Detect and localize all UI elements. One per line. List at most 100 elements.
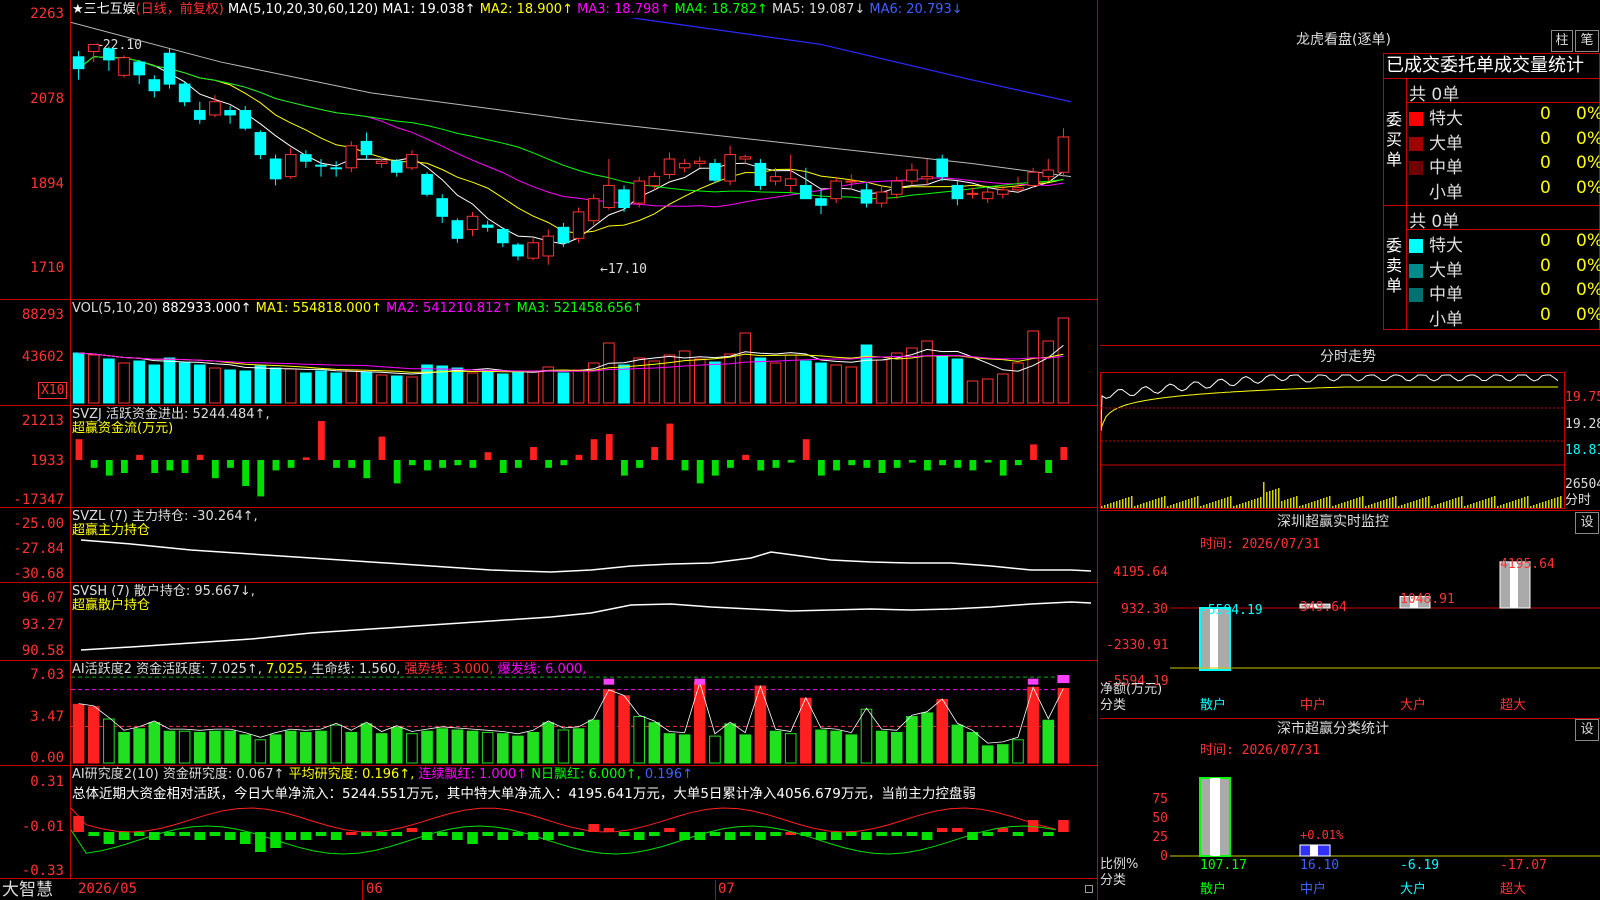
flow-bar xyxy=(317,421,325,460)
research-bar xyxy=(361,832,372,836)
activity-bar xyxy=(1057,687,1070,764)
candle-body xyxy=(997,189,1009,195)
flow-bar xyxy=(408,460,416,466)
intraday-vol-bar xyxy=(1323,498,1325,508)
y-tick: 0.00 xyxy=(30,750,64,766)
main-position-line[interactable] xyxy=(71,530,1097,580)
flow-bar xyxy=(772,460,780,468)
intraday-vol-bar xyxy=(1551,499,1553,508)
intraday-chart[interactable] xyxy=(1101,373,1564,508)
intraday-vol-bar xyxy=(1392,497,1394,508)
intraday-vol-bar xyxy=(1338,504,1340,508)
intraday-vol-bar xyxy=(1200,506,1202,508)
intraday-vol-bar xyxy=(1224,498,1226,508)
volume-bar xyxy=(1042,340,1055,404)
activity-bar xyxy=(512,735,524,764)
candle-body xyxy=(981,191,994,200)
monitor-bar-chart[interactable] xyxy=(1170,560,1600,698)
research-bar xyxy=(861,832,872,840)
classify-time: 时间: 2026/07/31 xyxy=(1200,743,1320,758)
flow-bar xyxy=(954,460,962,468)
activity-bar xyxy=(103,718,115,764)
activity-bar xyxy=(284,730,297,764)
bar-mode-button[interactable]: 柱 xyxy=(1551,30,1573,52)
intraday-vol-bar xyxy=(1374,503,1376,508)
research-bar xyxy=(391,832,403,836)
intraday-vol-bar xyxy=(1176,503,1178,508)
activity-bar xyxy=(618,695,630,764)
monitor-settings-button[interactable]: 设 xyxy=(1575,512,1599,534)
lock-icon[interactable] xyxy=(1085,885,1093,893)
intraday-vol-bar xyxy=(1311,502,1313,508)
avg-line xyxy=(1101,386,1558,432)
tick-mode-button[interactable]: 笔 xyxy=(1575,30,1599,52)
intraday-vol-bar xyxy=(1170,505,1172,508)
classify-bar-chart[interactable] xyxy=(1170,775,1600,857)
candlestick-chart[interactable] xyxy=(71,18,1097,298)
research-bar xyxy=(300,832,312,840)
y-tick: 50 xyxy=(1152,811,1168,826)
volume-bar xyxy=(390,375,403,404)
intraday-vol-bar xyxy=(1188,499,1190,508)
candle-body xyxy=(906,169,918,182)
volume-bar xyxy=(360,371,373,404)
volume-bar xyxy=(133,360,145,404)
flow-bar xyxy=(575,454,583,460)
research-bar xyxy=(436,832,448,836)
candle-body xyxy=(1027,171,1039,186)
candle-body xyxy=(663,158,676,175)
intraday-vol-bar xyxy=(1104,505,1106,508)
intraday-vol-bar xyxy=(1260,497,1262,508)
activity-bar xyxy=(178,730,191,764)
intraday-vol-bar xyxy=(1470,504,1472,508)
volume-chart[interactable] xyxy=(71,315,1097,405)
flow-bar xyxy=(454,460,462,466)
activity-bar xyxy=(375,733,388,764)
activity-bar xyxy=(451,729,464,764)
intraday-vol-bar xyxy=(1107,504,1109,508)
intraday-vol-bar xyxy=(1413,501,1415,508)
retail-position-line[interactable] xyxy=(71,595,1097,660)
activity-bar xyxy=(330,724,342,764)
research-bar xyxy=(467,832,478,844)
candle-body xyxy=(390,160,403,173)
research-bar xyxy=(815,832,827,840)
intraday-vol-bar xyxy=(1518,499,1520,508)
activity-bar xyxy=(557,729,570,764)
flow-bar xyxy=(924,460,931,471)
volume-bar xyxy=(345,369,358,404)
volume-bar xyxy=(800,360,812,404)
research-bar xyxy=(618,832,630,836)
research-bar xyxy=(224,832,236,840)
y-tick: 2078 xyxy=(30,91,64,107)
intraday-vol-bar xyxy=(1359,497,1361,508)
candle-body xyxy=(890,180,903,195)
activity-bar xyxy=(118,731,130,764)
intraday-vol-bar xyxy=(1206,504,1208,508)
flow-bar xyxy=(908,460,916,463)
candle-body xyxy=(72,56,85,70)
candle-body xyxy=(921,176,933,180)
volume-bar xyxy=(118,362,130,404)
candle-body xyxy=(966,192,979,195)
candle-body xyxy=(769,176,782,182)
classify-settings-button[interactable]: 设 xyxy=(1575,719,1599,741)
intraday-vol-bar xyxy=(1266,492,1268,508)
flow-bar xyxy=(984,460,992,463)
candle-body xyxy=(1012,187,1024,191)
intraday-vol-bar xyxy=(1491,497,1493,508)
order-size-label: 特大 xyxy=(1429,109,1463,129)
candle-body xyxy=(754,162,767,186)
intraday-vol-bar xyxy=(1443,502,1445,508)
flow-bar xyxy=(651,447,659,460)
candle-body xyxy=(860,189,873,204)
ma-line xyxy=(78,56,1064,208)
candle-body xyxy=(815,198,827,206)
order-size-label: 小单 xyxy=(1429,309,1463,330)
activity-bar xyxy=(406,733,418,764)
activity-bar xyxy=(300,731,312,764)
activity-chart[interactable] xyxy=(71,675,1097,765)
research-chart[interactable] xyxy=(71,800,1097,878)
research-bar xyxy=(982,832,993,836)
fund-flow-chart[interactable] xyxy=(71,418,1097,506)
